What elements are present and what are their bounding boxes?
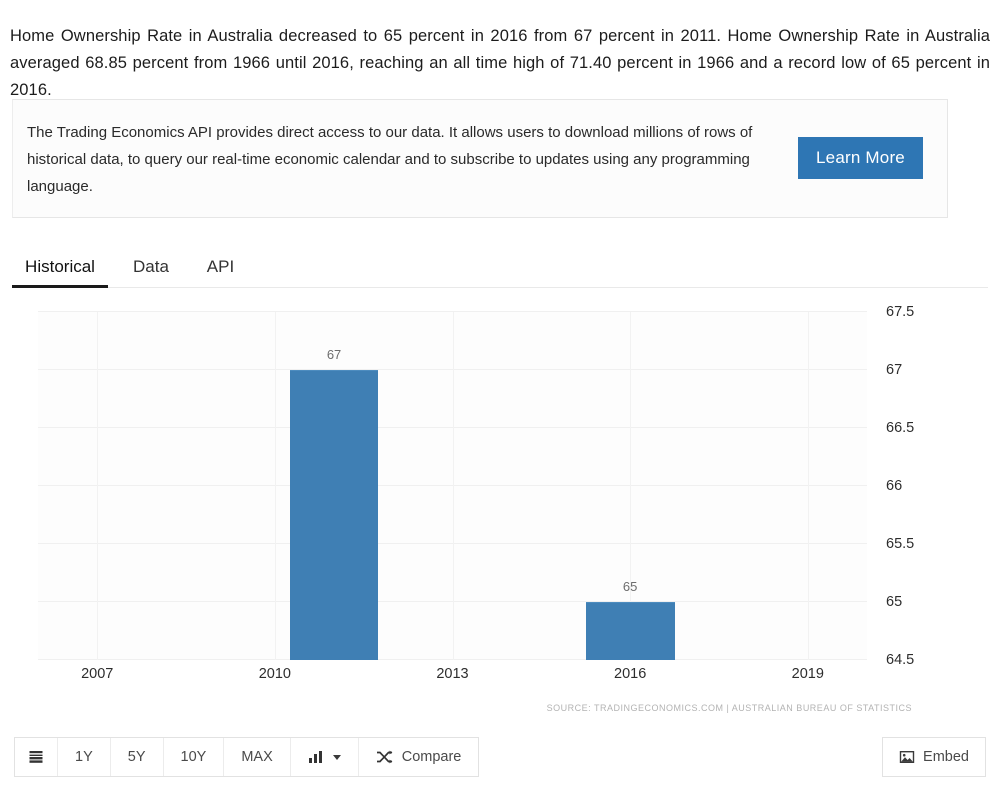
chart-bar[interactable] (585, 602, 675, 660)
calendar-list-button[interactable] (15, 738, 58, 776)
tab-bar: Historical Data API (12, 246, 988, 288)
learn-more-button[interactable]: Learn More (798, 137, 923, 179)
x-gridline (807, 312, 809, 660)
range-button-10y[interactable]: 10Y (163, 738, 225, 776)
y-tick-label: 65 (886, 594, 903, 610)
y-tick-label: 64.5 (886, 652, 915, 668)
x-gridline (452, 312, 454, 660)
tab-api[interactable]: API (198, 257, 243, 288)
shuffle-icon (376, 750, 393, 764)
bar-value-label: 67 (326, 347, 342, 362)
chart-toolbar: 1Y 5Y 10Y MAX Compare (14, 737, 480, 777)
chart-plot-area[interactable]: 67 65 (38, 311, 867, 660)
x-tick-label: 2019 (791, 666, 824, 682)
range-button-max[interactable]: MAX (224, 738, 291, 776)
x-tick-label: 2013 (436, 666, 469, 682)
compare-label: Compare (401, 749, 462, 765)
api-promo-box: The Trading Economics API provides direc… (12, 99, 948, 218)
tab-data[interactable]: Data (126, 257, 176, 288)
range-button-5y[interactable]: 5Y (110, 738, 164, 776)
source-note: SOURCE: TRADINGECONOMICS.COM | AUSTRALIA… (546, 703, 912, 713)
y-tick-label: 67.5 (886, 304, 915, 320)
embed-label: Embed (923, 749, 969, 765)
y-tick-label: 65.5 (886, 536, 915, 552)
x-gridline (97, 312, 99, 660)
y-tick-label: 66 (886, 478, 903, 494)
y-tick-label: 66.5 (886, 420, 915, 436)
chart-bar[interactable] (289, 370, 379, 660)
chart-container: 67 65 67.5 67 66.5 66 65.5 65 64.5 2007 2010 2013… (12, 300, 988, 720)
home-ownership-rate-page: Home Ownership Rate in Australia decreas… (0, 0, 1000, 802)
tab-historical[interactable]: Historical (12, 257, 108, 288)
x-tick-label: 2010 (258, 666, 291, 682)
range-button-1y[interactable]: 1Y (58, 738, 111, 776)
x-tick-label: 2016 (614, 666, 647, 682)
embed-button[interactable]: Embed (882, 737, 986, 777)
bar-value-label: 65 (622, 579, 638, 594)
x-gridline (274, 312, 276, 660)
image-icon (899, 750, 915, 764)
api-promo-text: The Trading Economics API provides direc… (27, 124, 753, 195)
bar-chart-icon (308, 750, 324, 764)
chart-type-dropdown[interactable] (290, 738, 359, 776)
list-icon (28, 749, 44, 765)
chevron-down-icon (332, 754, 341, 760)
x-tick-label: 2007 (81, 666, 114, 682)
compare-button[interactable]: Compare (358, 738, 479, 776)
y-tick-label: 67 (886, 362, 903, 378)
intro-paragraph: Home Ownership Rate in Australia decreas… (10, 26, 990, 99)
